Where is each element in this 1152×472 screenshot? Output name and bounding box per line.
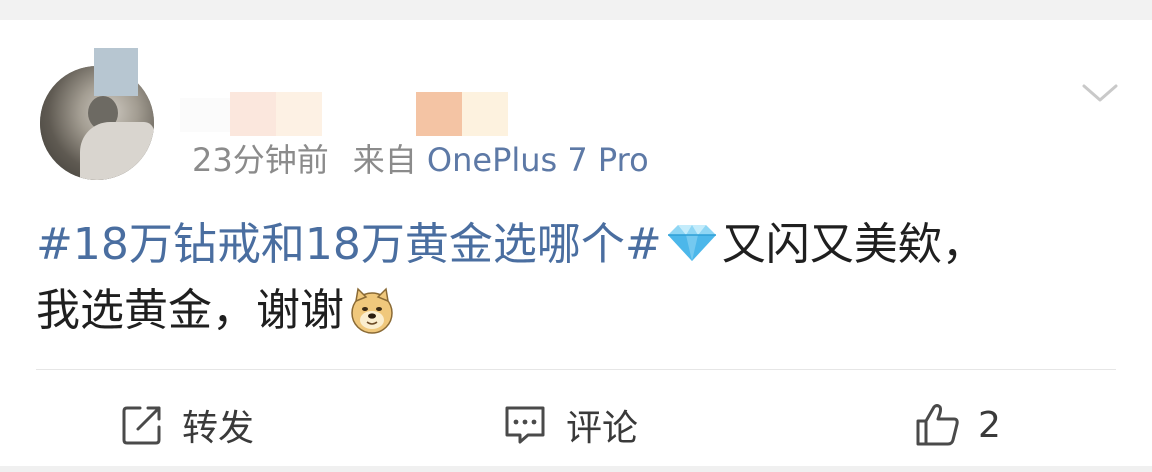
divider [36, 369, 1116, 370]
top-bar [0, 0, 1152, 20]
repost-label: 转发 [182, 408, 255, 449]
comment-icon [505, 406, 545, 444]
post-source[interactable]: OnePlus 7 Pro [427, 141, 649, 179]
post-content: #18万钻戒和18万黄金选哪个# 又闪又美欸， 我选黄金，谢谢 [36, 212, 1116, 344]
repost-icon [122, 406, 161, 445]
content-text-1: 又闪又美欸， [721, 219, 986, 270]
username-blurred[interactable] [180, 92, 510, 136]
content-text-2: 我选黄金，谢谢 [36, 285, 344, 336]
bottom-bar [0, 466, 1152, 472]
repost-button[interactable]: 转发 [120, 400, 254, 450]
avatar-badge-blur [94, 48, 138, 96]
like-count: 2 [978, 404, 1001, 446]
post-time: 23分钟前 [192, 141, 329, 179]
comment-label: 评论 [566, 408, 639, 449]
doge-emoji-icon [351, 287, 393, 334]
like-button[interactable]: 2 [914, 400, 1001, 450]
diamond-emoji-icon [667, 225, 716, 261]
thumbs-up-icon [916, 404, 959, 446]
chevron-down-icon[interactable] [1080, 78, 1120, 108]
comment-button[interactable]: 评论 [502, 400, 638, 450]
post-from-label: 来自 [352, 141, 417, 179]
topic-link[interactable]: #18万钻戒和18万黄金选哪个# [36, 219, 662, 270]
post-meta: 23分钟前 来自 OnePlus 7 Pro [192, 140, 649, 180]
